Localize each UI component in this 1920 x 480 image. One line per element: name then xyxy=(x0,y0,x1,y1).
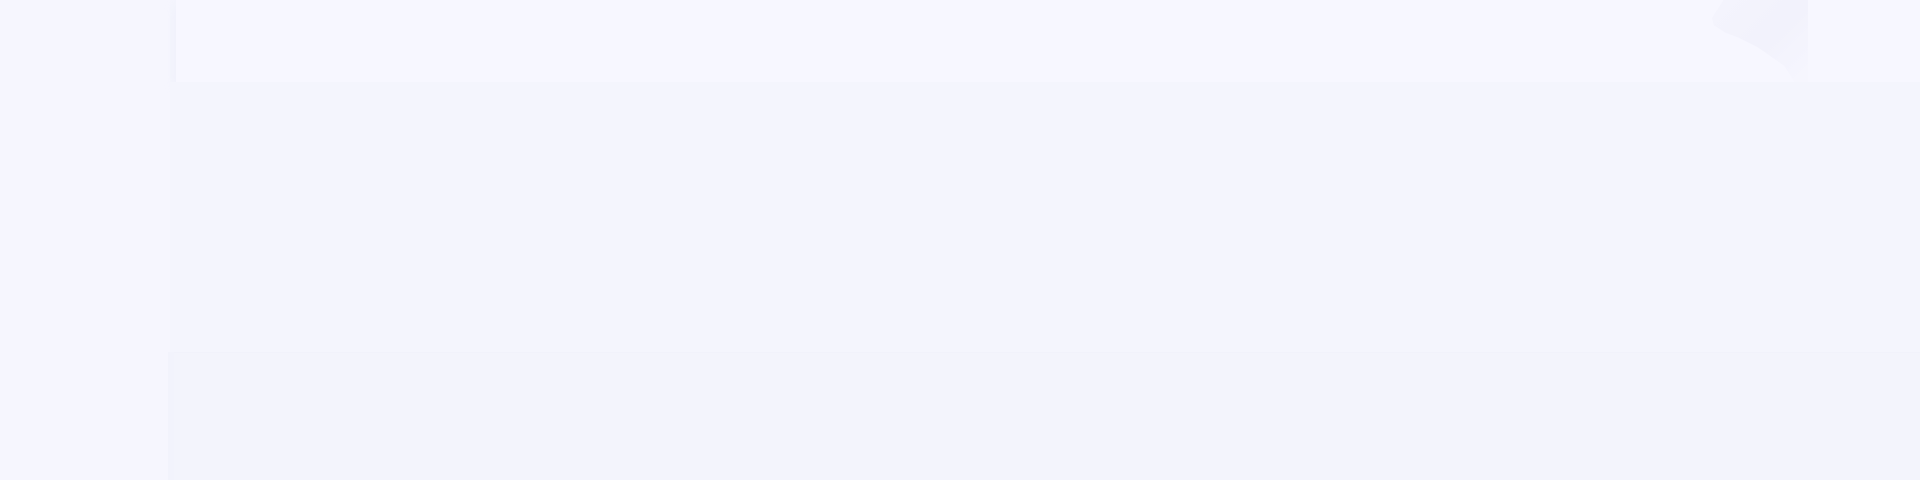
page-title xyxy=(176,0,177,1)
status-text xyxy=(170,82,171,83)
left-sidebar xyxy=(0,0,170,480)
banner-decoration xyxy=(1712,0,1808,82)
lower-panel-edge xyxy=(168,352,174,480)
top-banner xyxy=(176,0,1920,82)
lower-panel xyxy=(168,352,1920,480)
app-window xyxy=(0,0,1920,480)
main-content-area xyxy=(170,82,1920,350)
